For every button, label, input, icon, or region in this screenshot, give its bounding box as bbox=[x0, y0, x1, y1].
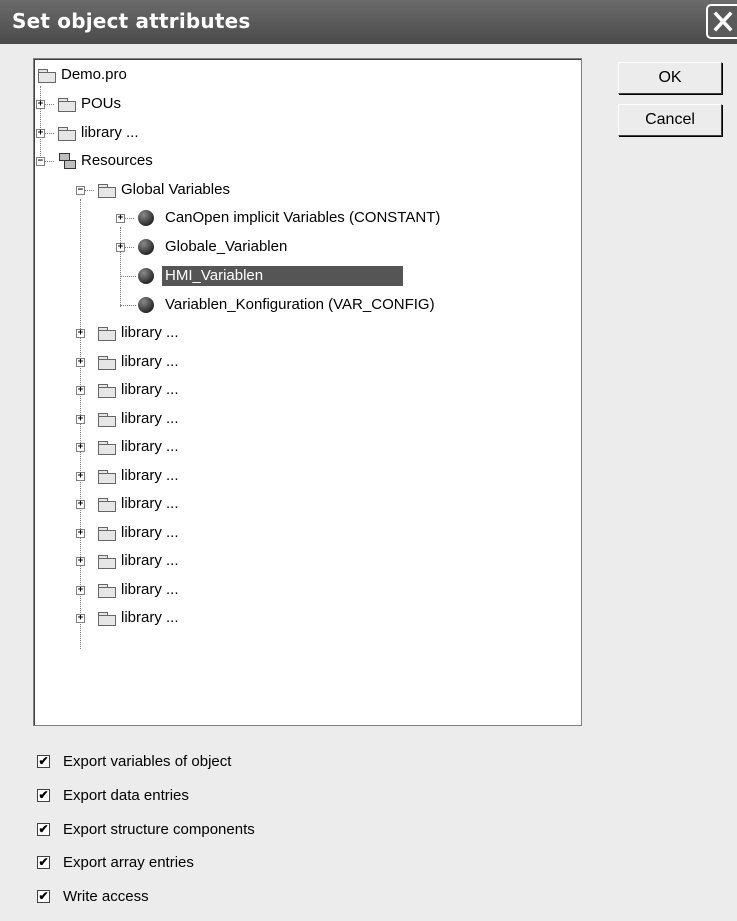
expand-icon[interactable]: + bbox=[76, 443, 85, 452]
tree-node-library[interactable]: library ... bbox=[98, 437, 182, 457]
open-folder-icon bbox=[38, 69, 56, 83]
tree-node-label-selected: HMI_Variablen bbox=[162, 266, 404, 286]
tree-node-pous[interactable]: POUs bbox=[58, 94, 124, 114]
expand-icon[interactable]: + bbox=[116, 243, 125, 252]
tree-node-label: library ... bbox=[121, 381, 179, 398]
tree-node-label: POUs bbox=[81, 95, 122, 112]
collapse-icon[interactable]: − bbox=[76, 186, 85, 195]
ok-button[interactable]: OK bbox=[618, 62, 722, 94]
tree-node-library[interactable]: library ... bbox=[98, 352, 182, 372]
dialog-title: Set object attributes bbox=[12, 9, 251, 33]
folder-icon bbox=[58, 127, 76, 141]
folder-icon bbox=[98, 470, 116, 484]
tree-node-library[interactable]: library ... bbox=[98, 580, 182, 600]
globe-icon bbox=[138, 297, 154, 313]
tree-node-library[interactable]: library ... bbox=[98, 494, 182, 514]
open-folder-icon bbox=[98, 184, 116, 198]
globe-icon bbox=[138, 268, 154, 284]
folder-icon bbox=[98, 612, 116, 626]
tree-node-library[interactable]: library ... bbox=[98, 409, 182, 429]
folder-icon bbox=[98, 384, 116, 398]
close-button[interactable] bbox=[706, 4, 737, 39]
tree-node-label: library ... bbox=[121, 524, 179, 541]
checkbox[interactable]: ✔ bbox=[37, 823, 50, 836]
globe-icon bbox=[138, 210, 154, 226]
tree-node-label: Resources bbox=[81, 152, 153, 169]
expand-icon[interactable]: + bbox=[76, 614, 85, 623]
tree-node-global-variables[interactable]: Global Variables bbox=[98, 180, 233, 200]
close-icon bbox=[713, 11, 733, 32]
tree-node-canopen[interactable]: CanOpen implicit Variables (CONSTANT) bbox=[138, 208, 443, 228]
tree-node-label: library ... bbox=[121, 495, 179, 512]
tree-node-label: Global Variables bbox=[121, 181, 230, 198]
expand-icon[interactable]: + bbox=[116, 214, 125, 223]
checkbox[interactable]: ✔ bbox=[37, 856, 50, 869]
checkbox[interactable]: ✔ bbox=[37, 755, 50, 768]
expand-icon[interactable]: + bbox=[76, 500, 85, 509]
expand-icon[interactable]: + bbox=[36, 129, 45, 138]
tree-node-label: library ... bbox=[121, 410, 179, 427]
tree-node-label: library ... bbox=[121, 353, 179, 370]
tree-node-resources[interactable]: Resources bbox=[58, 151, 156, 171]
folder-icon bbox=[98, 327, 116, 341]
option-label: Export variables of object bbox=[63, 753, 232, 770]
tree-node-label: library ... bbox=[81, 124, 139, 141]
tree-node-library[interactable]: library ... bbox=[98, 551, 182, 571]
tree-node-label: library ... bbox=[121, 324, 179, 341]
tree-node-hmi-variablen[interactable]: HMI_Variablen bbox=[138, 266, 404, 286]
option-label: Export structure components bbox=[63, 821, 255, 838]
expand-icon[interactable]: + bbox=[76, 472, 85, 481]
collapse-icon[interactable]: − bbox=[36, 157, 45, 166]
expand-icon[interactable]: + bbox=[36, 100, 45, 109]
tree-node-label: library ... bbox=[121, 581, 179, 598]
expand-icon[interactable]: + bbox=[76, 529, 85, 538]
option-label: Export data entries bbox=[63, 787, 189, 804]
tree-node-root[interactable]: Demo.pro bbox=[38, 65, 130, 85]
tree-node-library[interactable]: library ... bbox=[98, 523, 182, 543]
tree-node-library[interactable]: library ... bbox=[98, 608, 182, 628]
tree-node-library[interactable]: library ... bbox=[98, 380, 182, 400]
tree-node-library[interactable]: library ... bbox=[98, 323, 182, 343]
tree-node-library[interactable]: library ... bbox=[58, 123, 142, 143]
tree-node-globale-variablen[interactable]: Globale_Variablen bbox=[138, 237, 290, 257]
tree-node-variablen-konfiguration[interactable]: Variablen_Konfiguration (VAR_CONFIG) bbox=[138, 295, 438, 315]
resources-icon bbox=[58, 153, 76, 169]
tree-node-label: Variablen_Konfiguration (VAR_CONFIG) bbox=[165, 296, 435, 313]
folder-icon bbox=[98, 555, 116, 569]
tree-node-library[interactable]: library ... bbox=[98, 466, 182, 486]
folder-icon bbox=[98, 498, 116, 512]
expand-icon[interactable]: + bbox=[76, 557, 85, 566]
globe-icon bbox=[138, 239, 154, 255]
option-label: Write access bbox=[63, 888, 149, 905]
tree-node-label: library ... bbox=[121, 438, 179, 455]
expand-icon[interactable]: + bbox=[76, 329, 85, 338]
cancel-button[interactable]: Cancel bbox=[618, 104, 722, 136]
option-label: Export array entries bbox=[63, 854, 194, 871]
expand-icon[interactable]: + bbox=[76, 586, 85, 595]
folder-icon bbox=[98, 527, 116, 541]
expand-icon[interactable]: + bbox=[76, 415, 85, 424]
tree-node-label: Demo.pro bbox=[61, 66, 127, 83]
tree-node-label: CanOpen implicit Variables (CONSTANT) bbox=[165, 209, 441, 226]
expand-icon[interactable]: + bbox=[76, 386, 85, 395]
folder-icon bbox=[98, 356, 116, 370]
tree-node-label: library ... bbox=[121, 552, 179, 569]
checkbox[interactable]: ✔ bbox=[37, 890, 50, 903]
folder-icon bbox=[98, 413, 116, 427]
folder-icon bbox=[98, 441, 116, 455]
tree-node-label: Globale_Variablen bbox=[165, 238, 288, 255]
object-tree[interactable]: Demo.pro + POUs + library ... − Resource… bbox=[33, 58, 582, 726]
folder-icon bbox=[58, 98, 76, 112]
checkbox[interactable]: ✔ bbox=[37, 789, 50, 802]
expand-icon[interactable]: + bbox=[76, 358, 85, 367]
folder-icon bbox=[98, 584, 116, 598]
tree-node-label: library ... bbox=[121, 609, 179, 626]
tree-node-label: library ... bbox=[121, 467, 179, 484]
title-bar[interactable]: Set object attributes bbox=[0, 0, 737, 44]
